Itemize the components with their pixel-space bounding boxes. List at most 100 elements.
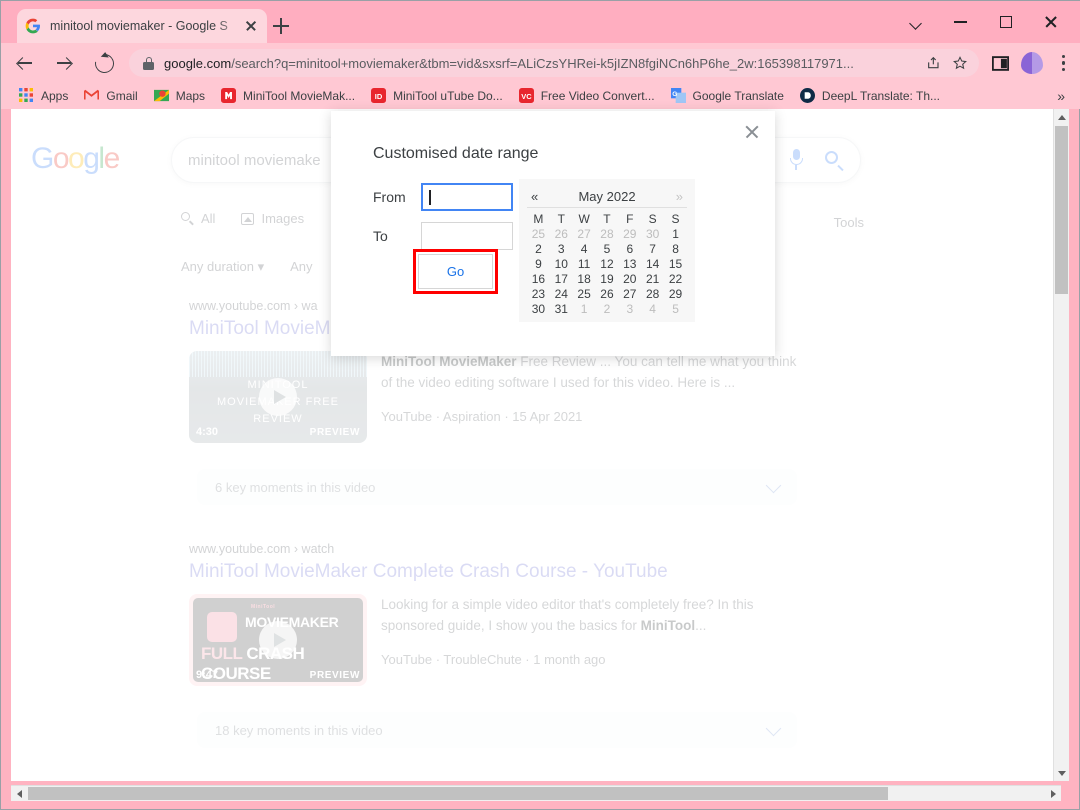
calendar-day[interactable]: 30 [527, 301, 550, 316]
calendar-day[interactable]: 2 [527, 241, 550, 256]
calendar-day[interactable]: 28 [596, 226, 619, 241]
scroll-down-button[interactable] [1054, 765, 1069, 781]
calendar-day[interactable]: 17 [550, 271, 573, 286]
search-nav-tabs: All Images [181, 211, 304, 226]
calendar-day[interactable]: 16 [527, 271, 550, 286]
bookmark-google-translate[interactable]: G Google Translate [670, 88, 784, 104]
search-result: www.youtube.com › watch MiniTool MovieMa… [189, 542, 809, 686]
reload-button[interactable] [87, 46, 121, 80]
play-icon[interactable] [259, 378, 297, 416]
calendar-day[interactable]: 29 [664, 286, 687, 301]
close-window-button[interactable] [1028, 1, 1073, 43]
calendar-day[interactable]: 10 [550, 256, 573, 271]
profile-avatar[interactable] [1017, 48, 1047, 78]
minimize-button[interactable] [938, 1, 983, 43]
calendar-next-button[interactable]: » [676, 189, 683, 204]
tools-button[interactable]: Tools [822, 209, 876, 236]
calendar-day[interactable]: 25 [527, 226, 550, 241]
scroll-up-button[interactable] [1054, 109, 1069, 125]
address-bar[interactable]: google.com/search?q=minitool+moviemaker&… [129, 49, 979, 77]
calendar-day[interactable]: 19 [596, 271, 619, 286]
calendar-day[interactable]: 18 [573, 271, 596, 286]
bookmark-maps[interactable]: Maps [153, 88, 205, 104]
close-icon[interactable] [743, 123, 761, 141]
calendar-day[interactable]: 6 [618, 241, 641, 256]
bookmark-minitool-utube[interactable]: ID MiniTool uTube Do... [371, 88, 503, 104]
horizontal-scrollbar-thumb[interactable] [28, 787, 888, 800]
bookmark-label: MiniTool uTube Do... [393, 89, 503, 103]
calendar-day[interactable]: 7 [641, 241, 664, 256]
to-input[interactable] [421, 222, 513, 250]
tab-close-icon[interactable] [243, 18, 259, 34]
calendar-day[interactable]: 5 [664, 301, 687, 316]
calendar-day[interactable]: 3 [618, 301, 641, 316]
bookmark-minitool-moviemaker[interactable]: MiniTool MovieMak... [221, 88, 355, 104]
forward-button[interactable] [47, 46, 81, 80]
share-icon[interactable] [921, 50, 947, 76]
calendar-day[interactable]: 1 [664, 226, 687, 241]
calendar-day[interactable]: 9 [527, 256, 550, 271]
calendar-day[interactable]: 25 [573, 286, 596, 301]
calendar-day[interactable]: 5 [596, 241, 619, 256]
go-button[interactable]: Go [418, 254, 493, 289]
tab-search-button[interactable] [893, 1, 938, 43]
filter-any[interactable]: Any [290, 259, 312, 275]
microphone-icon[interactable] [789, 149, 803, 171]
result-thumbnail[interactable]: MINITOOL MOVIEMAKER FREE REVIEW 4:30 PRE… [189, 351, 367, 443]
calendar-day[interactable]: 29 [618, 226, 641, 241]
vertical-scrollbar[interactable] [1053, 109, 1069, 781]
filter-any-duration[interactable]: Any duration ▾ [181, 259, 264, 275]
calendar-day[interactable]: 24 [550, 286, 573, 301]
calendar-day[interactable]: 26 [550, 226, 573, 241]
calendar-day[interactable]: 31 [550, 301, 573, 316]
scroll-left-button[interactable] [11, 786, 27, 801]
result-url: www.youtube.com › watch [189, 542, 335, 556]
bookmark-deepl[interactable]: DeepL Translate: Th... [799, 88, 940, 104]
bookmark-star-icon[interactable] [947, 50, 973, 76]
calendar-day[interactable]: 27 [573, 226, 596, 241]
calendar-day[interactable]: 1 [573, 301, 596, 316]
calendar-day[interactable]: 28 [641, 286, 664, 301]
calendar-day[interactable]: 4 [641, 301, 664, 316]
calendar-day[interactable]: 27 [618, 286, 641, 301]
calendar-day[interactable]: 3 [550, 241, 573, 256]
play-icon[interactable] [259, 621, 297, 659]
calendar-day[interactable]: 8 [664, 241, 687, 256]
calendar-prev-button[interactable]: « [531, 189, 538, 204]
result-thumbnail[interactable]: MiniTool MOVIEMAKER FULL CRASH COURSE 9:… [189, 594, 367, 686]
calendar-day[interactable]: 20 [618, 271, 641, 286]
key-moments-row[interactable]: 6 key moments in this video [197, 469, 797, 505]
calendar-day[interactable]: 30 [641, 226, 664, 241]
calendar-day[interactable]: 21 [641, 271, 664, 286]
scroll-right-button[interactable] [1045, 786, 1061, 801]
bookmark-free-video-converter[interactable]: VC Free Video Convert... [518, 88, 655, 104]
key-moments-row[interactable]: 18 key moments in this video [197, 712, 797, 748]
back-button[interactable] [7, 46, 41, 80]
vertical-scrollbar-thumb[interactable] [1055, 126, 1068, 294]
result-title[interactable]: MiniTool MovieMaker Complete Crash Cours… [189, 560, 809, 584]
calendar-day[interactable]: 14 [641, 256, 664, 271]
side-panel-button[interactable] [985, 48, 1015, 78]
browser-menu-button[interactable] [1049, 48, 1079, 78]
browser-tab[interactable]: minitool moviemaker - Google S [17, 9, 267, 43]
calendar-day[interactable]: 11 [573, 256, 596, 271]
from-input[interactable] [421, 183, 513, 211]
chevron-down-icon [910, 16, 922, 28]
maximize-button[interactable] [983, 1, 1028, 43]
bookmark-apps[interactable]: Apps [19, 88, 68, 104]
tab-images[interactable]: Images [241, 211, 304, 226]
calendar-day[interactable]: 2 [596, 301, 619, 316]
calendar-day[interactable]: 26 [596, 286, 619, 301]
bookmarks-overflow-button[interactable]: » [1057, 88, 1065, 104]
new-tab-button[interactable] [269, 14, 293, 38]
calendar-day[interactable]: 13 [618, 256, 641, 271]
horizontal-scrollbar[interactable] [11, 785, 1061, 801]
calendar-day[interactable]: 12 [596, 256, 619, 271]
bookmark-gmail[interactable]: Gmail [84, 88, 138, 104]
tab-all[interactable]: All [181, 211, 215, 226]
calendar-day[interactable]: 15 [664, 256, 687, 271]
calendar-day[interactable]: 4 [573, 241, 596, 256]
calendar-day[interactable]: 23 [527, 286, 550, 301]
calendar-day[interactable]: 22 [664, 271, 687, 286]
search-icon[interactable] [825, 150, 844, 170]
